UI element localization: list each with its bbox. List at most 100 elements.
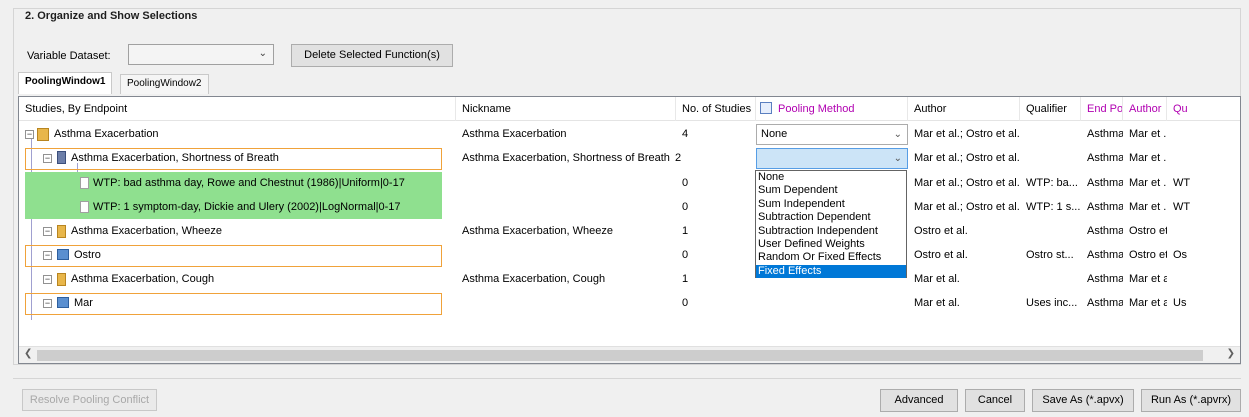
qu-cell: WT — [1173, 177, 1191, 189]
qualifier-cell: Ostro st... — [1026, 249, 1074, 261]
group-title: 2. Organize and Show Selections — [21, 10, 202, 22]
table-row[interactable]: − Asthma Exacerbation, Cough Asthma Exac… — [19, 267, 1240, 291]
horizontal-scrollbar[interactable]: ❮ ❯ — [19, 346, 1240, 363]
pooling-tree-grid[interactable]: Studies, By Endpoint Nickname No. of Stu… — [18, 96, 1241, 364]
cancel-button[interactable]: Cancel — [965, 389, 1025, 412]
endpoint-cell: Asthma ... — [1087, 152, 1123, 164]
count-cell: 0 — [682, 249, 689, 261]
author2-cell: Mar et ... — [1129, 177, 1167, 189]
dropdown-option-subtraction-dependent[interactable]: Subtraction Dependent — [756, 211, 906, 224]
nickname-cell: Asthma Exacerbation, Wheeze — [462, 225, 614, 237]
table-row[interactable]: − Asthma Exacerbation, Wheeze Asthma Exa… — [19, 219, 1240, 243]
dropdown-option-subtraction-independent[interactable]: Subtraction Independent — [756, 225, 906, 238]
collapse-icon[interactable]: − — [25, 130, 34, 139]
qu-cell: Us — [1173, 297, 1187, 309]
scroll-right-icon[interactable]: ❯ — [1227, 348, 1235, 359]
endpoint-cell: Asthma ... — [1087, 177, 1123, 189]
column-header-nickname[interactable]: Nickname — [456, 97, 676, 121]
resolve-pooling-conflict-button[interactable]: Resolve Pooling Conflict — [22, 389, 157, 411]
dropdown-option-user-defined-weights[interactable]: User Defined Weights — [756, 238, 906, 251]
column-header-qualifier[interactable]: Qualifier — [1020, 97, 1081, 121]
column-header-author-2[interactable]: Author — [1123, 97, 1167, 121]
count-cell: 0 — [682, 201, 689, 213]
folder-icon — [57, 273, 66, 286]
endpoint-cell: Asthma ... — [1087, 273, 1123, 285]
qu-cell: WT — [1173, 201, 1191, 213]
nickname-cell: Asthma Exacerbation — [462, 128, 567, 140]
table-row[interactable]: − Asthma Exacerbation, Shortness of Brea… — [19, 146, 1240, 170]
dropdown-option-random-or-fixed-effects[interactable]: Random Or Fixed Effects — [756, 251, 906, 264]
chevron-down-icon: ⌄ — [893, 153, 902, 164]
collapse-icon[interactable]: − — [43, 227, 52, 236]
author2-cell: Mar et ... — [1129, 152, 1167, 164]
tree-label: Asthma Exacerbation, Cough — [71, 273, 215, 285]
nickname-cell: Asthma Exacerbation, Shortness of Breath — [462, 152, 670, 164]
run-as-button[interactable]: Run As (*.apvrx) — [1141, 389, 1241, 412]
author2-cell: Ostro et... — [1129, 225, 1167, 237]
pooling-method-combo-row1[interactable]: ⌄ — [756, 148, 908, 169]
function-icon — [80, 177, 89, 189]
table-row[interactable]: WTP: bad asthma day, Rowe and Chestnut (… — [19, 171, 1240, 195]
variable-dataset-select[interactable]: ⌄ — [128, 44, 274, 65]
count-cell: 2 — [675, 152, 682, 164]
author-cell: Mar et al.; Ostro et al. — [914, 201, 1020, 213]
pooling-method-value: None — [761, 128, 788, 140]
save-as-button[interactable]: Save As (*.apvx) — [1032, 389, 1134, 412]
count-cell: 0 — [682, 177, 689, 189]
variable-dataset-label: Variable Dataset: — [27, 50, 111, 62]
author2-cell: Mar et ... — [1129, 201, 1167, 213]
tree-label: Mar — [74, 297, 93, 309]
collapse-icon[interactable]: − — [43, 251, 52, 260]
grid-header: Studies, By Endpoint Nickname No. of Stu… — [19, 97, 1240, 121]
collapse-icon[interactable]: − — [43, 275, 52, 284]
author2-cell: Mar et ... — [1129, 128, 1167, 140]
dropdown-option-sum-independent[interactable]: Sum Independent — [756, 198, 906, 211]
tab-pooling-window-2[interactable]: PoolingWindow2 — [120, 74, 209, 94]
tree-label: WTP: bad asthma day, Rowe and Chestnut (… — [93, 177, 405, 189]
table-row[interactable]: − Ostro 0 Ostro et al. Ostro st... Asthm… — [19, 243, 1240, 267]
count-cell: 1 — [682, 273, 689, 285]
qu-cell — [1167, 122, 1197, 146]
collapse-icon[interactable]: − — [43, 154, 52, 163]
column-header-author[interactable]: Author — [908, 97, 1020, 121]
scrollbar-thumb[interactable] — [37, 350, 1203, 361]
qu-cell: Os — [1173, 249, 1188, 261]
column-header-no-of-studies[interactable]: No. of Studies — [676, 97, 756, 121]
tree-label: WTP: 1 symptom-day, Dickie and Ulery (20… — [93, 201, 401, 213]
author-cell: Mar et al. — [914, 297, 960, 309]
table-row[interactable]: − Mar 0 Mar et al. Uses inc... Asthma ..… — [19, 291, 1240, 315]
count-cell: 1 — [682, 225, 689, 237]
endpoint-cell: Asthma ... — [1087, 249, 1123, 261]
table-row[interactable]: WTP: 1 symptom-day, Dickie and Ulery (20… — [19, 195, 1240, 219]
qualifier-cell: WTP: 1 s... — [1026, 201, 1081, 213]
endpoint-cell: Asthma ... — [1087, 201, 1123, 213]
author-cell: Mar et al. — [914, 273, 960, 285]
dropdown-option-sum-dependent[interactable]: Sum Dependent — [756, 184, 906, 197]
pooling-method-dropdown-list[interactable]: None Sum Dependent Sum Independent Subtr… — [755, 170, 907, 279]
endpoint-cell: Asthma ... — [1087, 297, 1123, 309]
delete-selected-function-button[interactable]: Delete Selected Function(s) — [291, 44, 453, 67]
advanced-button[interactable]: Advanced — [880, 389, 958, 412]
scroll-left-icon[interactable]: ❮ — [24, 348, 32, 359]
column-header-qu[interactable]: Qu — [1167, 97, 1240, 121]
collapse-icon[interactable]: − — [43, 299, 52, 308]
column-header-endpoint[interactable]: End Po... — [1081, 97, 1123, 121]
column-header-pooling-method[interactable]: Pooling Method — [756, 97, 908, 121]
author2-cell: Ostro et... — [1129, 249, 1167, 261]
dropdown-option-none[interactable]: None — [756, 171, 906, 184]
table-row[interactable]: − Asthma Exacerbation Asthma Exacerbatio… — [19, 122, 1240, 146]
author-cell: Mar et al.; Ostro et al. — [914, 128, 1020, 140]
author-cell: Mar et al.; Ostro et al. — [914, 152, 1020, 164]
column-header-studies[interactable]: Studies, By Endpoint — [19, 97, 456, 121]
tree-label: Asthma Exacerbation — [54, 128, 159, 140]
folder-icon — [57, 225, 66, 238]
pooling-method-combo-row0[interactable]: None ⌄ — [756, 124, 908, 145]
chevron-down-icon: ⌄ — [258, 48, 267, 59]
book-icon — [57, 151, 66, 164]
author-cell: Mar et al.; Ostro et al. — [914, 177, 1020, 189]
dropdown-option-fixed-effects[interactable]: Fixed Effects — [756, 264, 906, 279]
list-icon — [57, 249, 69, 260]
footer-separator — [13, 378, 1241, 379]
tree-label: Ostro — [74, 249, 101, 261]
tab-pooling-window-1[interactable]: PoolingWindow1 — [18, 72, 113, 94]
